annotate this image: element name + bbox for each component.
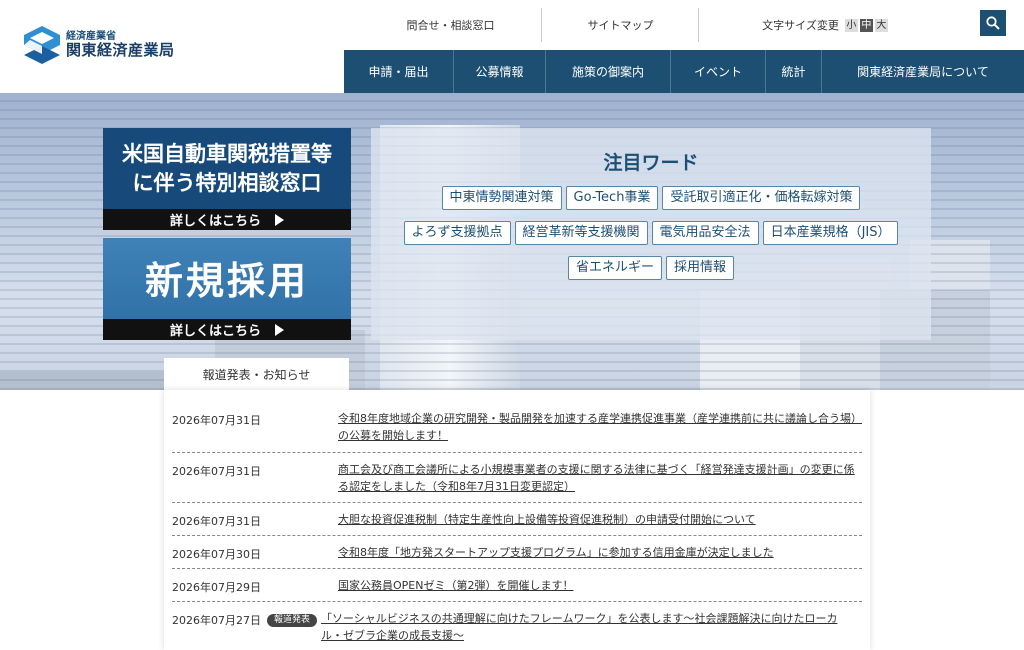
news-title-link[interactable]: 大胆な投資促進税制（特定生産性向上設備等投資促進税制）の申請受付開始について — [338, 511, 862, 535]
nav-public-offering[interactable]: 公募情報 — [454, 50, 546, 93]
news-list: 2026年07月31日 令和8年度地域企業の研究開発・製品開発を加速する産学連携… — [164, 390, 870, 650]
recruitment-banner[interactable]: 新規採用 詳しくはこちら — [103, 238, 351, 340]
news-date: 2026年07月30日 — [172, 548, 261, 561]
keyword-tag[interactable]: 日本産業規格（JIS） — [762, 221, 899, 245]
news-date: 2026年07月27日 — [172, 614, 261, 627]
news-item: 2026年07月31日 商工会及び商工会議所による小規模事業者の支援に関する法律… — [172, 453, 862, 503]
nav-about[interactable]: 関東経済産業局について — [822, 50, 1024, 93]
news-title-link[interactable]: 国家公務員OPENゼミ（第2弾）を開催します！ — [338, 577, 862, 601]
news-title-link[interactable]: 商工会及び商工会議所による小規模事業者の支援に関する法律に基づく「経営発達支援計… — [338, 461, 862, 502]
contact-link[interactable]: 問合せ・相談窓口 — [360, 8, 542, 42]
sitemap-link[interactable]: サイトマップ — [543, 8, 699, 42]
logo-mark-icon — [24, 26, 60, 64]
keyword-tag[interactable]: 省エネルギー — [567, 256, 662, 280]
tariff-consultation-banner[interactable]: 米国自動車関税措置等 に伴う特別相談窓口 詳しくはこちら — [103, 128, 351, 230]
font-size-medium-button[interactable]: 中 — [859, 18, 873, 32]
nav-statistics[interactable]: 統計 — [766, 50, 822, 93]
font-size-large-button[interactable]: 大 — [874, 18, 888, 32]
featured-keywords: 注目ワード 中東情勢関連対策 Go-Tech事業 受託取引適正化・価格転嫁対策 … — [371, 128, 931, 340]
news-item: 2026年07月30日 令和8年度「地方発スタートアップ支援プログラム」に参加す… — [172, 536, 862, 569]
news-item: 2026年07月27日 報道発表 「ソーシャルビジネスの共通理解に向けたフレーム… — [172, 602, 862, 650]
arrow-right-icon — [275, 323, 284, 336]
site-logo[interactable]: 経済産業省 関東経済産業局 — [24, 26, 175, 64]
nav-applications[interactable]: 申請・届出 — [344, 50, 454, 93]
arrow-right-icon — [275, 213, 284, 226]
news-date: 2026年07月31日 — [172, 414, 261, 427]
news-item: 2026年07月31日 大胆な投資促進税制（特定生産性向上設備等投資促進税制）の… — [172, 503, 862, 536]
news-date: 2026年07月31日 — [172, 515, 261, 528]
font-size-switcher: 文字サイズ変更 小 中 大 — [700, 8, 950, 42]
keyword-tag[interactable]: よろず支援拠点 — [403, 221, 511, 245]
press-release-badge: 報道発表 — [267, 614, 318, 627]
keyword-tag[interactable]: 受託取引適正化・価格転嫁対策 — [662, 186, 861, 210]
nav-policies[interactable]: 施策の御案内 — [546, 50, 671, 93]
global-nav: 申請・届出 公募情報 施策の御案内 イベント 統計 関東経済産業局について — [344, 50, 1024, 93]
news-title-link[interactable]: 令和8年度「地方発スタートアップ支援プログラム」に参加する信用金庫が決定しました — [338, 544, 862, 568]
font-size-label: 文字サイズ変更 — [762, 19, 839, 32]
keyword-tag[interactable]: 電気用品安全法 — [651, 221, 759, 245]
banner-details-link[interactable]: 詳しくはこちら — [103, 209, 351, 230]
font-size-small-button[interactable]: 小 — [844, 18, 858, 32]
news-tab[interactable]: 報道発表・お知らせ — [164, 358, 349, 390]
logo-bureau: 関東経済産業局 — [66, 41, 175, 60]
news-item: 2026年07月29日 国家公務員OPENゼミ（第2弾）を開催します！ — [172, 569, 862, 602]
search-icon — [986, 16, 1000, 30]
keyword-tag[interactable]: 経営革新等支援機関 — [514, 221, 648, 245]
keyword-tag[interactable]: Go-Tech事業 — [565, 186, 659, 210]
keyword-tag[interactable]: 採用情報 — [666, 256, 735, 280]
banner-title: 新規採用 — [144, 259, 309, 303]
search-button[interactable] — [980, 10, 1006, 36]
news-date: 2026年07月29日 — [172, 581, 261, 594]
site-header: 経済産業省 関東経済産業局 問合せ・相談窓口 サイトマップ 文字サイズ変更 小 … — [0, 0, 1024, 93]
news-date: 2026年07月31日 — [172, 465, 261, 478]
news-item: 2026年07月31日 令和8年度地域企業の研究開発・製品開発を加速する産学連携… — [172, 390, 862, 453]
nav-events[interactable]: イベント — [671, 50, 766, 93]
news-title-link[interactable]: 令和8年度地域企業の研究開発・製品開発を加速する産学連携促進事業（産学連携前に共… — [338, 410, 862, 452]
keyword-tag[interactable]: 中東情勢関連対策 — [441, 186, 562, 210]
banner-details-link[interactable]: 詳しくはこちら — [103, 319, 351, 340]
keywords-title: 注目ワード — [603, 152, 699, 174]
news-title-link[interactable]: 「ソーシャルビジネスの共通理解に向けたフレームワーク」を公表します～社会課題解決… — [321, 610, 841, 650]
banner-title: 米国自動車関税措置等 に伴う特別相談窓口 — [122, 142, 332, 195]
